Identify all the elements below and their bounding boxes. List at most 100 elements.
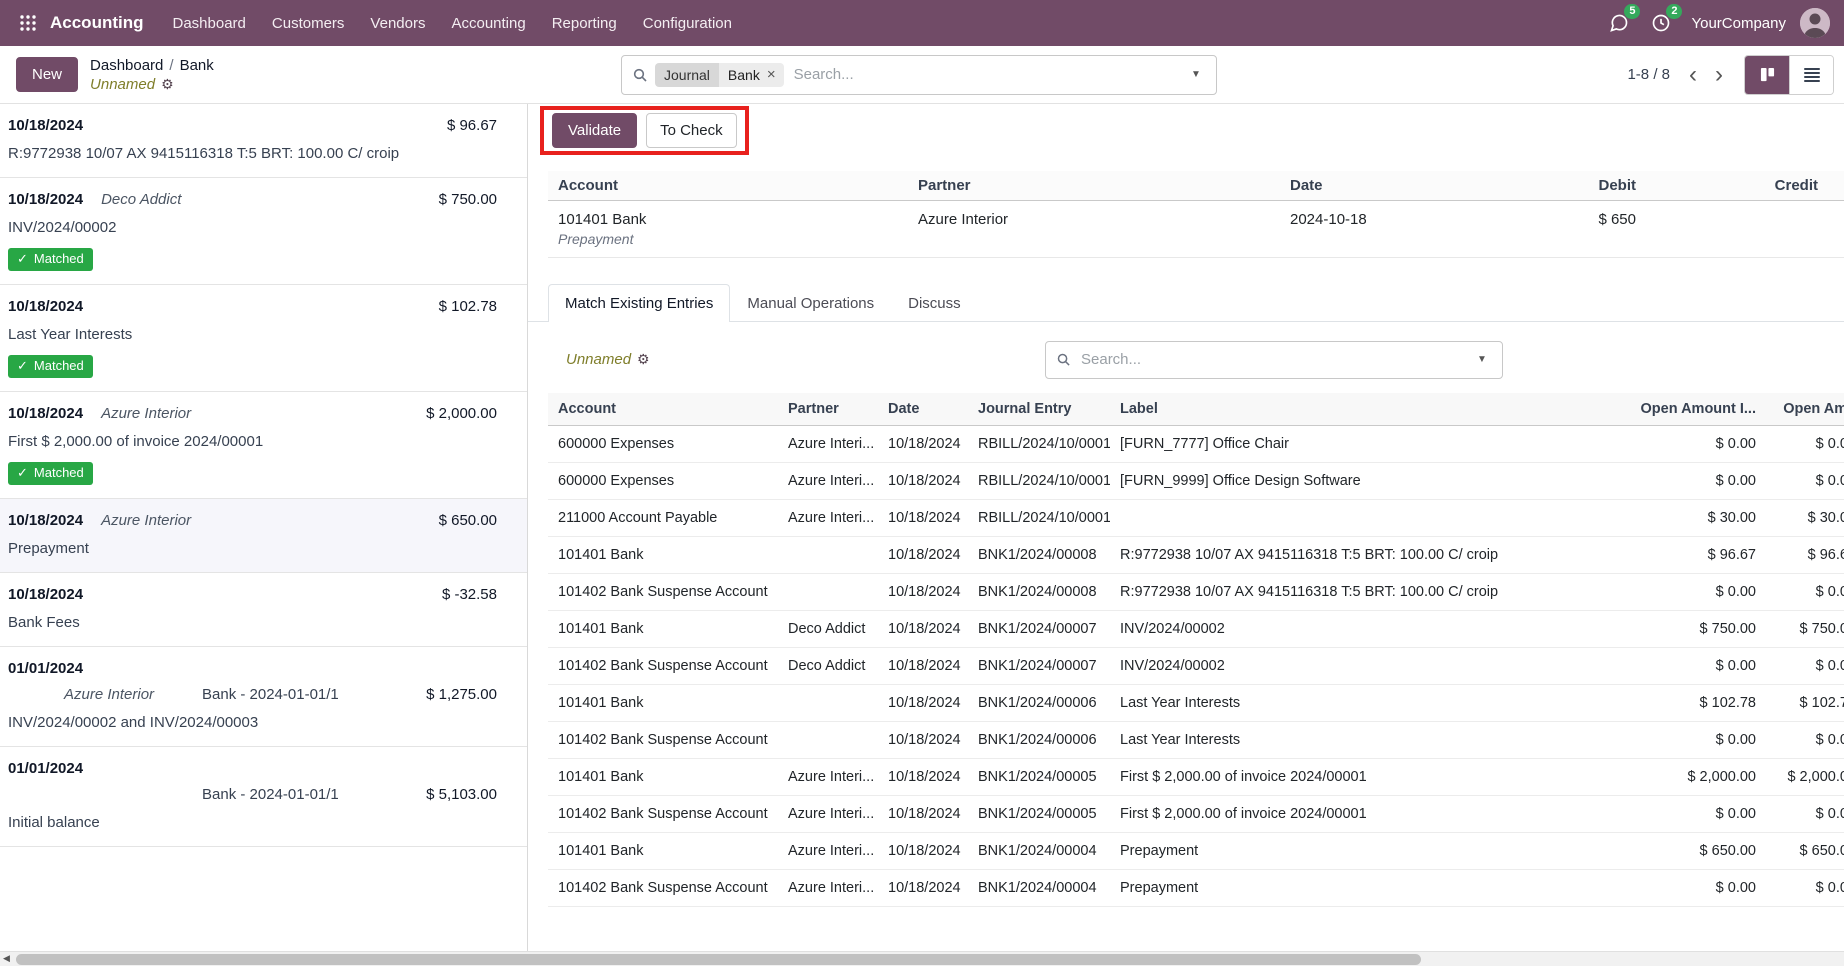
user-avatar[interactable] — [1800, 8, 1830, 38]
match-table-row[interactable]: 600000 ExpensesAzure Interi...10/18/2024… — [548, 463, 1844, 500]
col-journal-entry[interactable]: Journal Entry — [968, 393, 1110, 426]
line-partner: Azure Interior — [101, 512, 191, 529]
tab-discuss[interactable]: Discuss — [891, 284, 978, 322]
journal-line-row[interactable]: 101401 Bank Prepayment Azure Interior 20… — [548, 201, 1844, 258]
line-date: 10/18/2024 — [8, 512, 83, 529]
horizontal-scrollbar[interactable]: ◀ — [0, 951, 1844, 966]
topbar-menu-item-vendors[interactable]: Vendors — [357, 0, 438, 46]
statement-line[interactable]: 10/18/2024Azure InteriorPrepayment$ 650.… — [0, 499, 527, 573]
breadcrumb: Dashboard/Bank Unnamed ⚙ — [90, 57, 214, 93]
match-table-row[interactable]: 101401 BankAzure Interi...10/18/2024BNK1… — [548, 759, 1844, 796]
cell-label: First $ 2,000.00 of invoice 2024/00001 — [1110, 759, 1618, 796]
cell-date: 10/18/2024 — [878, 759, 968, 796]
cell-date: 10/18/2024 — [878, 870, 968, 907]
highlight-box: Validate To Check — [540, 106, 749, 155]
topbar-menu-item-dashboard[interactable]: Dashboard — [160, 0, 259, 46]
match-table-body: 600000 ExpensesAzure Interi...10/18/2024… — [548, 426, 1844, 907]
col-open-amount-currency[interactable]: Open Amo — [1766, 393, 1844, 426]
app-name[interactable]: Accounting — [50, 13, 144, 33]
tab-match-existing-entries[interactable]: Match Existing Entries — [548, 284, 730, 322]
cell-account: 101401 Bank — [548, 685, 778, 722]
cell-open-amount: $ 750.00 — [1618, 611, 1766, 648]
topbar-menu-item-accounting[interactable]: Accounting — [438, 0, 538, 46]
gear-icon[interactable]: ⚙ — [161, 76, 174, 93]
cell-label: [FURN_9999] Office Design Software — [1110, 463, 1618, 500]
cell-journal-entry: BNK1/2024/00004 — [968, 870, 1110, 907]
pager-text: 1-8 / 8 — [1627, 66, 1670, 83]
topbar-menu-item-customers[interactable]: Customers — [259, 0, 358, 46]
reconciliation-form: Validate To Check Account Partner Date D… — [528, 104, 1844, 966]
line-date: 10/18/2024 — [8, 298, 83, 315]
col-label[interactable]: Label — [1110, 393, 1618, 426]
statement-line[interactable]: 10/18/2024Last Year Interests✓Matched$ 1… — [0, 285, 527, 392]
match-table-row[interactable]: 101401 Bank10/18/2024BNK1/2024/00006Last… — [548, 685, 1844, 722]
statement-line[interactable]: 10/18/2024Bank Fees$ -32.58 — [0, 573, 527, 647]
breadcrumb-dashboard[interactable]: Dashboard — [90, 57, 163, 74]
match-table-row[interactable]: 101402 Bank Suspense AccountDeco Addict1… — [548, 648, 1844, 685]
search-input[interactable] — [784, 66, 1176, 83]
apps-grid-icon[interactable] — [12, 7, 44, 39]
match-search-caret-icon[interactable]: ▼ — [1462, 342, 1502, 378]
cell-account: 101402 Bank Suspense Account — [548, 722, 778, 759]
messages-badge: 5 — [1624, 4, 1640, 19]
match-table-row[interactable]: 101402 Bank Suspense AccountAzure Interi… — [548, 870, 1844, 907]
match-table-row[interactable]: 101402 Bank Suspense Account10/18/2024BN… — [548, 574, 1844, 611]
cell-open-amount: $ 650.00 — [1618, 833, 1766, 870]
pager-next-icon[interactable]: › — [1706, 63, 1732, 87]
line-label: First $ 2,000.00 of invoice 2024/00001 — [8, 432, 408, 452]
match-search-input[interactable] — [1071, 351, 1462, 368]
line-label: Initial balance — [8, 813, 408, 833]
match-table-row[interactable]: 101402 Bank Suspense Account10/18/2024BN… — [548, 722, 1844, 759]
facet-remove-icon[interactable]: × — [767, 67, 776, 82]
scroll-left-icon[interactable]: ◀ — [3, 953, 10, 964]
cell-open-amount: $ 0.00 — [1618, 463, 1766, 500]
cell-open-amount: $ 96.67 — [1618, 537, 1766, 574]
cell-account: 101401 Bank — [548, 611, 778, 648]
topbar-menu-item-configuration[interactable]: Configuration — [630, 0, 745, 46]
kanban-view-button[interactable] — [1745, 56, 1789, 94]
messages-button[interactable]: 5 — [1603, 7, 1635, 39]
list-view-button[interactable] — [1789, 56, 1833, 94]
cell-date: 10/18/2024 — [878, 463, 968, 500]
statement-line[interactable]: 10/18/2024R:9772938 10/07 AX 9415116318 … — [0, 104, 527, 178]
statement-line[interactable]: 01/01/2024Azure InteriorBank - 2024-01-0… — [0, 647, 527, 747]
match-table-row[interactable]: 101401 Bank10/18/2024BNK1/2024/00008R:97… — [548, 537, 1844, 574]
activities-button[interactable]: 2 — [1645, 7, 1677, 39]
cell-account-label: Prepayment — [558, 231, 898, 247]
cell-open-amount-currency: $ 0.00 — [1766, 463, 1844, 500]
col-account[interactable]: Account — [548, 393, 778, 426]
line-journal: Bank - 2024-01-01/1 — [202, 685, 339, 705]
match-table-row[interactable]: 600000 ExpensesAzure Interi...10/18/2024… — [548, 426, 1844, 463]
validate-button[interactable]: Validate — [552, 113, 637, 148]
new-button[interactable]: New — [16, 57, 78, 92]
tab-manual-operations[interactable]: Manual Operations — [730, 284, 891, 322]
col-debit: Debit — [1556, 171, 1646, 201]
topbar-menu-item-reporting[interactable]: Reporting — [539, 0, 630, 46]
scrollbar-thumb[interactable] — [16, 954, 1421, 965]
cell-credit — [1646, 201, 1844, 258]
cell-journal-entry: BNK1/2024/00007 — [968, 611, 1110, 648]
cell-open-amount-currency: $ 0.00 — [1766, 648, 1844, 685]
statement-line[interactable]: 01/01/2024Bank - 2024-01-01/1Initial bal… — [0, 747, 527, 847]
cell-journal-entry: BNK1/2024/00004 — [968, 833, 1110, 870]
match-table-row[interactable]: 211000 Account PayableAzure Interi...10/… — [548, 500, 1844, 537]
col-account: Account — [548, 171, 908, 201]
check-icon: ✓ — [17, 251, 28, 268]
col-partner[interactable]: Partner — [778, 393, 878, 426]
to-check-button[interactable]: To Check — [646, 113, 737, 148]
col-date[interactable]: Date — [878, 393, 968, 426]
cell-journal-entry: BNK1/2024/00005 — [968, 796, 1110, 833]
pager-previous-icon[interactable]: ‹ — [1680, 63, 1706, 87]
company-name[interactable]: YourCompany — [1691, 15, 1786, 32]
statement-line[interactable]: 10/18/2024Azure InteriorFirst $ 2,000.00… — [0, 392, 527, 499]
search-dropdown-caret-icon[interactable]: ▼ — [1176, 56, 1216, 94]
match-table-row[interactable]: 101401 BankDeco Addict10/18/2024BNK1/202… — [548, 611, 1844, 648]
statement-line[interactable]: 10/18/2024Deco AddictINV/2024/00002✓Matc… — [0, 178, 527, 285]
cell-account: 101402 Bank Suspense Account — [548, 870, 778, 907]
match-table-row[interactable]: 101401 BankAzure Interi...10/18/2024BNK1… — [548, 833, 1844, 870]
cell-account: 101401 Bank — [558, 211, 898, 228]
gear-icon[interactable]: ⚙ — [637, 351, 650, 368]
match-table-row[interactable]: 101402 Bank Suspense AccountAzure Interi… — [548, 796, 1844, 833]
cell-open-amount-currency: $ 30.00 — [1766, 500, 1844, 537]
col-open-amount[interactable]: Open Amount I... — [1618, 393, 1766, 426]
